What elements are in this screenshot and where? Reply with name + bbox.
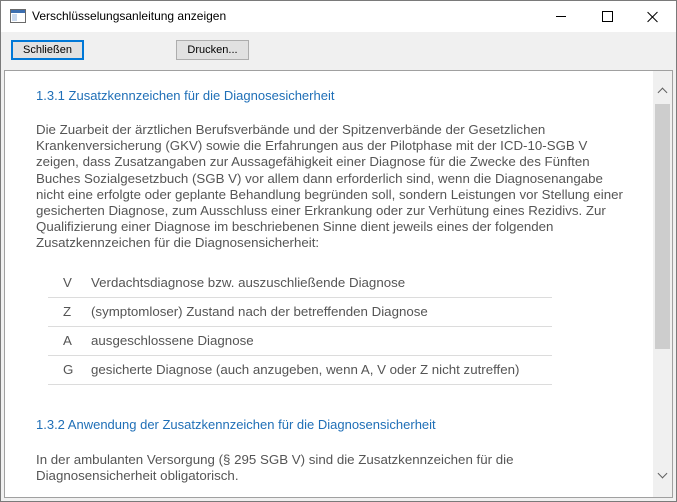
chevron-down-icon: [657, 468, 668, 479]
table-row: V Verdachtsdiagnose bzw. auszuschließend…: [48, 269, 552, 298]
code-description: Verdachtsdiagnose bzw. auszuschließende …: [91, 275, 406, 290]
minimize-icon: [556, 16, 566, 17]
scroll-up-button[interactable]: [653, 82, 672, 99]
maximize-icon: [601, 11, 613, 22]
window-title: Verschlüsselungsanleitung anzeigen: [32, 9, 227, 23]
chevron-up-icon: [657, 87, 668, 98]
dialog-window: Verschlüsselungsanleitung anzeigen Schli…: [0, 0, 677, 502]
close-button[interactable]: Schließen: [11, 40, 84, 60]
table-row: G gesicherte Diagnose (auch anzugeben, w…: [48, 356, 552, 385]
section-paragraph-1-3-2: In der ambulanten Versorgung (§ 295 SGB …: [36, 452, 514, 484]
document-viewer[interactable]: 1.3.1 Zusatzkennzeichen für die Diagnose…: [4, 70, 673, 498]
code-description: ausgeschlossene Diagnose: [91, 333, 254, 348]
close-icon: [647, 11, 659, 23]
print-button[interactable]: Drucken...: [176, 40, 249, 60]
code-description: (symptomloser) Zustand nach der betreffe…: [91, 304, 428, 319]
code-description: gesicherte Diagnose (auch anzugeben, wen…: [91, 362, 520, 377]
maximize-button[interactable]: [584, 1, 630, 32]
window-app-icon: [10, 9, 26, 23]
section-paragraph-1-3-1: Die Zuarbeit der ärztlichen Berufsverbän…: [36, 122, 623, 251]
scroll-down-button[interactable]: [653, 467, 672, 484]
vertical-scrollbar[interactable]: [653, 71, 672, 497]
table-row: A ausgeschlossene Diagnose: [48, 327, 552, 356]
scrollbar-thumb[interactable]: [655, 104, 670, 349]
title-bar[interactable]: Verschlüsselungsanleitung anzeigen: [1, 1, 676, 32]
diagnosis-code-table: V Verdachtsdiagnose bzw. auszuschließend…: [48, 269, 552, 385]
code-letter: V: [63, 275, 72, 290]
document-content: 1.3.1 Zusatzkennzeichen für die Diagnose…: [5, 71, 653, 497]
code-letter: Z: [63, 304, 72, 319]
table-row: Z (symptomloser) Zustand nach der betref…: [48, 298, 552, 327]
section-heading-1-3-1: 1.3.1 Zusatzkennzeichen für die Diagnose…: [36, 88, 335, 103]
section-heading-1-3-2: 1.3.2 Anwendung der Zusatzkennzeichen fü…: [36, 417, 436, 432]
minimize-button[interactable]: [538, 1, 584, 32]
close-window-button[interactable]: [630, 1, 676, 32]
code-letter: A: [63, 333, 72, 348]
code-letter: G: [63, 362, 74, 377]
